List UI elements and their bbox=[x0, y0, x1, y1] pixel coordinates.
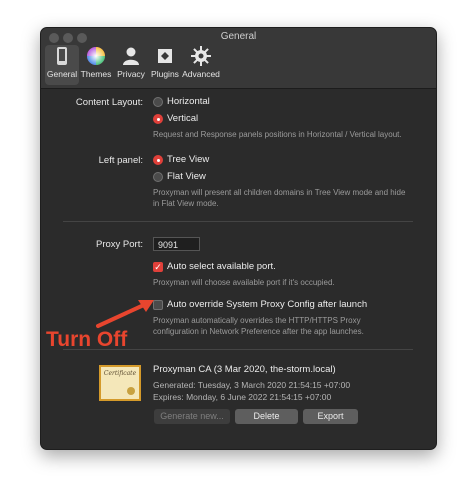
left-panel-label: Left panel: bbox=[98, 155, 143, 166]
tab-themes[interactable]: Themes bbox=[79, 45, 113, 85]
export-button[interactable]: Export bbox=[303, 409, 358, 424]
arrow-icon bbox=[96, 300, 154, 328]
auto-select-port-checkbox[interactable]: ✓ bbox=[153, 262, 163, 272]
content-layout-label: Content Layout: bbox=[75, 97, 143, 108]
tab-advanced[interactable]: Advanced bbox=[181, 45, 221, 85]
puzzle-icon bbox=[158, 49, 172, 63]
option-tree-view-label: Tree View bbox=[167, 154, 210, 165]
phone-icon bbox=[57, 47, 67, 65]
tab-general[interactable]: General bbox=[45, 45, 79, 85]
option-vertical-label: Vertical bbox=[167, 113, 199, 124]
gear-icon bbox=[191, 46, 211, 66]
certificate-generated: Generated: Tuesday, 3 March 2020 21:54:1… bbox=[153, 380, 351, 390]
certificate-expires: Expires: Monday, 6 June 2022 21:54:15 +0… bbox=[153, 392, 332, 402]
general-pane: Content Layout: Horizontal Vertical Requ… bbox=[41, 89, 436, 449]
seal-icon bbox=[127, 387, 135, 395]
content-layout-help: Request and Response panels positions in… bbox=[153, 130, 402, 139]
generate-new-button[interactable]: Generate new... bbox=[154, 409, 230, 424]
radio-horizontal[interactable] bbox=[153, 97, 163, 107]
section-divider bbox=[63, 221, 413, 222]
radio-flat-view[interactable] bbox=[153, 172, 163, 182]
window-title: General bbox=[220, 31, 257, 42]
radio-tree-view[interactable] bbox=[153, 155, 163, 165]
titlebar: General General Themes Privacy Plugins A… bbox=[41, 28, 436, 89]
tab-plugins[interactable]: Plugins bbox=[148, 45, 182, 85]
radio-vertical[interactable] bbox=[153, 114, 163, 124]
certificate-image-text: Certificate bbox=[103, 370, 137, 377]
proxy-port-input[interactable]: 9091 bbox=[153, 237, 200, 251]
option-horizontal-label: Horizontal bbox=[167, 96, 210, 107]
auto-override-help-line2: configuration in Network Preference afte… bbox=[153, 327, 364, 336]
tab-privacy[interactable]: Privacy bbox=[114, 45, 148, 85]
tab-advanced-label: Advanced bbox=[182, 69, 220, 79]
left-panel-help-line1: Proxyman will present all children domai… bbox=[153, 188, 406, 197]
proxy-port-label: Proxy Port: bbox=[96, 239, 143, 250]
tab-themes-label: Themes bbox=[80, 69, 112, 79]
auto-select-port-label: Auto select available port. bbox=[167, 261, 276, 272]
preferences-window: General General Themes Privacy Plugins A… bbox=[40, 27, 437, 450]
certificate-name: Proxyman CA (3 Mar 2020, the-storm.local… bbox=[153, 364, 336, 375]
user-icon bbox=[123, 47, 139, 65]
tab-plugins-label: Plugins bbox=[151, 69, 179, 79]
tab-general-label: General bbox=[46, 69, 78, 79]
auto-override-proxy-label: Auto override System Proxy Config after … bbox=[167, 299, 368, 310]
auto-select-port-help: Proxyman will choose available port if i… bbox=[153, 278, 335, 287]
auto-override-help-line1: Proxyman automatically overrides the HTT… bbox=[153, 316, 361, 325]
turn-off-annotation: Turn Off bbox=[46, 328, 128, 351]
color-wheel-icon bbox=[87, 47, 105, 65]
option-flat-view-label: Flat View bbox=[167, 171, 206, 182]
left-panel-help-line2: in Flat View mode. bbox=[153, 199, 219, 208]
delete-button[interactable]: Delete bbox=[235, 409, 298, 424]
certificate-image: Certificate bbox=[99, 365, 141, 401]
tab-privacy-label: Privacy bbox=[117, 69, 145, 79]
